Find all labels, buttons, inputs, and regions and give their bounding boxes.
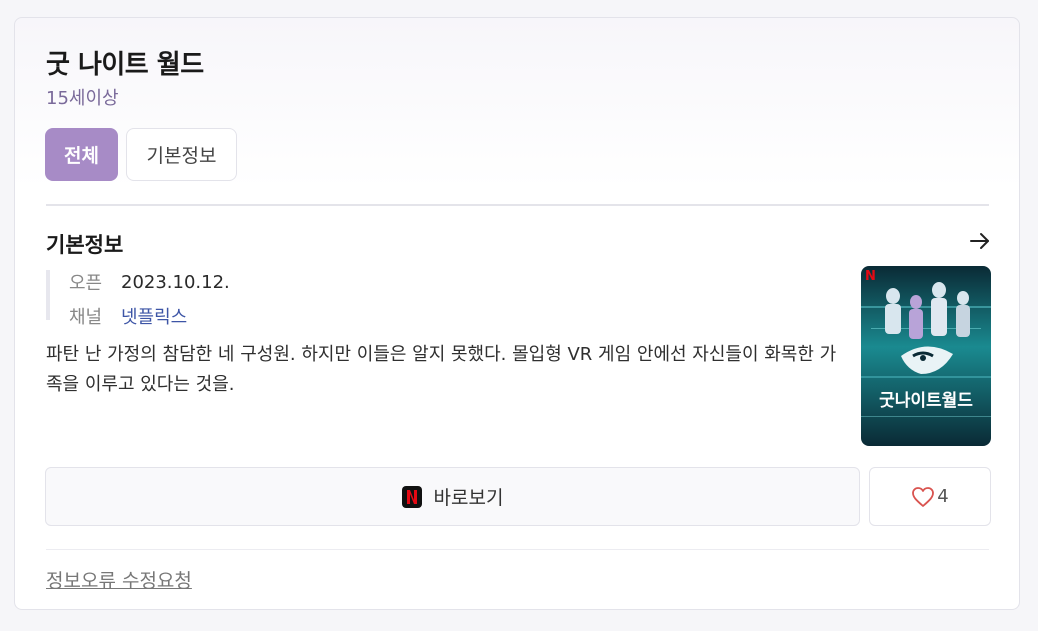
info-row-open: 오픈 2023.10.12. — [69, 265, 230, 299]
page-title: 굿 나이트 월드 — [46, 50, 204, 80]
channel-link[interactable]: 넷플릭스 — [121, 303, 187, 329]
watch-label: 바로보기 — [433, 487, 504, 509]
section-divider — [46, 204, 989, 206]
section-title: 기본정보 — [46, 233, 124, 257]
netflix-icon — [401, 485, 422, 508]
poster-image[interactable]: 굿나이트월드 N — [861, 266, 991, 446]
info-key: 오픈 — [69, 273, 103, 294]
tab-bar: 전체 기본정보 — [45, 128, 237, 181]
netflix-badge-icon: N — [865, 269, 876, 284]
tab-basic-info[interactable]: 기본정보 — [126, 128, 237, 181]
age-rating: 15세이상 — [46, 88, 119, 109]
info-key: 채널 — [69, 307, 103, 328]
footer-divider — [46, 549, 989, 550]
arrow-right-icon[interactable] — [969, 230, 991, 252]
watch-button[interactable]: 바로보기 — [45, 467, 860, 526]
like-count: 4 — [937, 486, 949, 507]
heart-icon — [912, 486, 935, 507]
content-card: 굿 나이트 월드 15세이상 전체 기본정보 기본정보 오픈 2023.10.1… — [14, 17, 1020, 610]
open-date: 2023.10.12. — [121, 271, 230, 293]
like-button[interactable]: 4 — [869, 467, 991, 526]
info-list: 오픈 2023.10.12. 채널 넷플릭스 — [46, 270, 230, 328]
description: 파탄 난 가정의 참담한 네 구성원. 하지만 이들은 알지 못했다. 몰입형 … — [46, 344, 837, 395]
tab-all[interactable]: 전체 — [45, 128, 118, 181]
info-row-channel: 채널 넷플릭스 — [69, 299, 230, 333]
report-error-link[interactable]: 정보오류 수정요청 — [46, 566, 192, 593]
poster-title-text: 굿나이트월드 — [879, 391, 973, 411]
